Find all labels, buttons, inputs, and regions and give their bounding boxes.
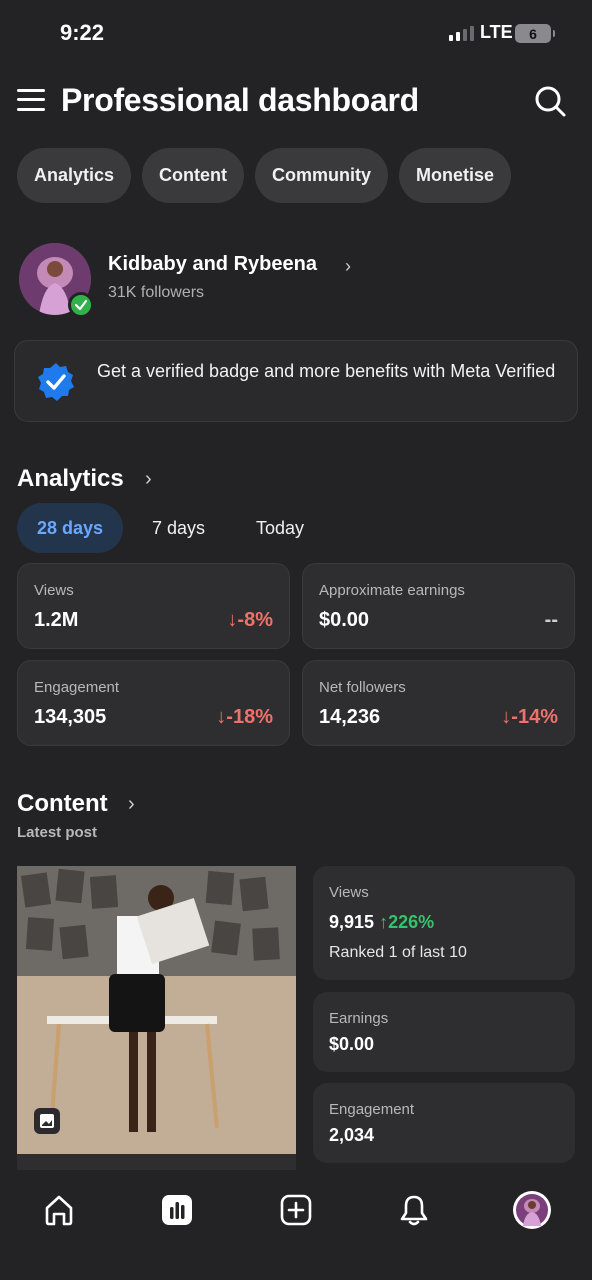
card-label: Approximate earnings [319,582,465,599]
tab-monetise[interactable]: Monetise [399,148,512,203]
card-value: 1.2M [34,609,79,631]
card-change: ↓-8% [227,609,273,631]
content-title[interactable]: Content [17,790,108,818]
menu-icon[interactable] [17,87,45,113]
card-value: 14,236 [319,706,381,728]
card-label: Net followers [319,679,406,696]
post-earnings-card[interactable]: Earnings $0.00 [313,992,575,1072]
views-rank: Ranked 1 of last 10 [329,944,467,961]
bottom-nav [0,1170,592,1280]
card-change: -- [544,609,558,631]
tab-analytics[interactable]: Analytics [17,148,132,203]
signal-icon [449,26,474,41]
card-label: Engagement [34,679,120,696]
stat-value: 2,034 [329,1125,375,1145]
network-label: LTE [480,22,513,42]
section-tabs: Analytics Content Community Monetise [17,148,512,203]
net-followers-card[interactable]: Net followers 14,236 ↓-14% [302,660,575,746]
analytics-title[interactable]: Analytics [17,465,124,493]
stat-label: Engagement [329,1101,415,1118]
photo-icon [34,1108,60,1134]
stat-label: Views [329,884,369,901]
status-time: 9:22 [60,20,105,45]
card-value: $0.00 [319,609,370,631]
profile-avatar[interactable] [512,1190,552,1230]
range-today[interactable]: Today [256,503,304,553]
battery-icon: 6 [515,24,555,43]
chevron-right-icon[interactable]: › [345,256,351,277]
banner-text: Get a verified badge and more benefits w… [97,361,556,381]
post-views-card[interactable]: Views 9,915 ↑226% Ranked 1 of last 10 [313,866,575,980]
chevron-right-icon[interactable]: › [145,468,152,491]
card-change: ↓-18% [216,706,273,728]
stat-value: $0.00 [329,1034,375,1054]
status-bar: 9:22 LTE 6 [0,0,592,66]
home-icon[interactable] [39,1190,79,1230]
post-engagement-card[interactable]: Engagement 2,034 [313,1083,575,1163]
card-change: ↓-14% [501,706,558,728]
latest-post-label: Latest post [17,824,98,841]
meta-verified-banner[interactable]: Get a verified badge and more benefits w… [14,340,578,422]
views-card[interactable]: Views 1.2M ↓-8% [17,563,290,649]
dashboard-icon[interactable] [157,1190,197,1230]
verified-badge-icon [38,363,74,401]
stat-label: Earnings [329,1010,389,1027]
battery-level: 6 [529,25,537,42]
search-icon[interactable] [533,84,567,118]
stat-value: 9,915 ↑226% [329,912,434,933]
views-change: ↑226% [379,912,435,932]
range-28-days[interactable]: 28 days [17,503,123,553]
create-icon[interactable] [276,1190,316,1230]
tab-community[interactable]: Community [255,148,389,203]
bell-icon[interactable] [394,1190,434,1230]
card-value: 134,305 [34,706,107,728]
card-label: Views [34,582,74,599]
follower-count: 31K followers [108,284,205,301]
views-value: 9,915 [329,912,375,932]
tab-content[interactable]: Content [142,148,245,203]
chevron-right-icon[interactable]: › [128,793,135,816]
range-7-days[interactable]: 7 days [152,503,205,553]
page-title: Professional dashboard [61,82,419,118]
engagement-card[interactable]: Engagement 134,305 ↓-18% [17,660,290,746]
verified-check-icon [68,292,94,318]
profile-name[interactable]: Kidbaby and Rybeena [108,253,317,276]
earnings-card[interactable]: Approximate earnings $0.00 -- [302,563,575,649]
